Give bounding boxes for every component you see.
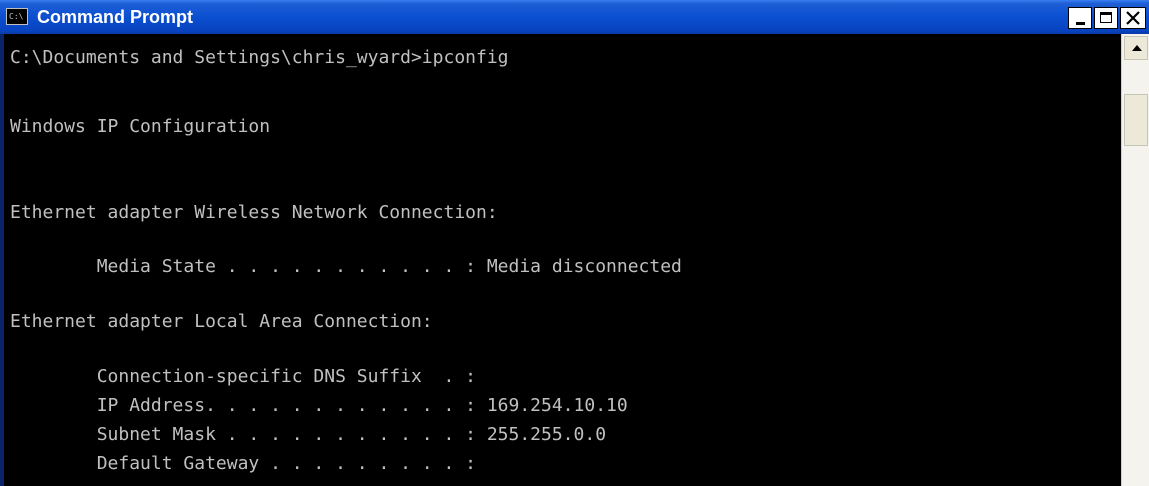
scroll-up-button[interactable] (1124, 36, 1148, 60)
console-output[interactable]: C:\Documents and Settings\chris_wyard>ip… (4, 34, 1121, 486)
vertical-scrollbar[interactable] (1121, 34, 1149, 486)
console-icon[interactable]: C:\ (6, 8, 28, 25)
close-icon (1126, 11, 1140, 25)
command-prompt-window: C:\ Command Prompt C:\Documents and Sett… (0, 0, 1149, 486)
minimize-button[interactable] (1068, 7, 1092, 29)
arrow-up-icon (1132, 45, 1142, 51)
maximize-button[interactable] (1094, 7, 1118, 29)
title-bar[interactable]: C:\ Command Prompt (0, 0, 1149, 34)
close-button[interactable] (1120, 7, 1146, 29)
console-line: Connection-specific DNS Suffix . : (10, 366, 476, 387)
scroll-thumb[interactable] (1124, 94, 1148, 146)
minimize-icon (1076, 22, 1085, 25)
console-line: Default Gateway . . . . . . . . . : (10, 453, 476, 474)
console-line: Media State . . . . . . . . . . . : Medi… (10, 256, 682, 277)
console-line: Windows IP Configuration (10, 116, 271, 137)
console-line: IP Address. . . . . . . . . . . . : 169.… (10, 395, 628, 416)
maximize-icon (1100, 12, 1112, 23)
window-title: Command Prompt (37, 7, 194, 27)
console-line: Ethernet adapter Wireless Network Connec… (10, 202, 498, 223)
console-line: C:\Documents and Settings\chris_wyard>ip… (10, 47, 509, 68)
console-line: Subnet Mask . . . . . . . . . . . : 255.… (10, 424, 607, 445)
console-line: Ethernet adapter Local Area Connection: (10, 311, 433, 332)
